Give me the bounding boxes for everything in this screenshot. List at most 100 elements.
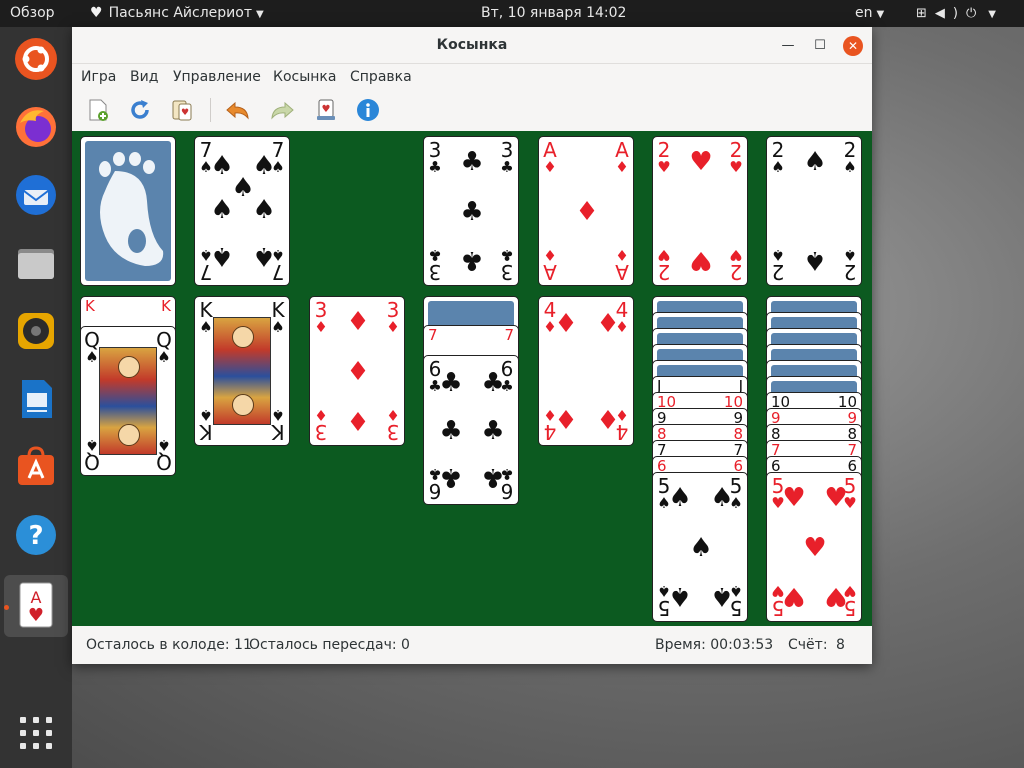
card-index: 2 ♥ <box>729 246 743 284</box>
heart-pip-icon: ♥ <box>782 581 806 611</box>
card-index: A ♦ <box>543 246 557 284</box>
card-index: 3 ♣ <box>500 246 514 284</box>
club-pip-icon: ♣ <box>481 462 505 492</box>
redo-icon <box>271 101 294 120</box>
club-pip-icon: ♣ <box>439 462 463 492</box>
undo-button[interactable] <box>224 96 252 124</box>
card-index: 2 ♠ <box>843 246 857 284</box>
info-icon <box>357 99 379 121</box>
foundation-1[interactable]: 3 ♣ 3 ♣ 3 ♣ 3 ♣ ♣ ♣ ♣ <box>423 136 519 286</box>
card-index: 3 ♦ <box>314 406 328 444</box>
tableau-5-top-card[interactable]: 4 ♦ 4 ♦ 4 ♦ 4 ♦ ♦ ♦ ♦ ♦ <box>538 296 634 446</box>
tableau-2-top-card[interactable]: K ♠ K ♠ K ♠ K ♠ <box>194 296 290 446</box>
menu-klondike[interactable]: Косынка <box>273 64 336 90</box>
language-switcher[interactable]: en ▼ <box>855 0 884 27</box>
info-button[interactable] <box>354 96 382 124</box>
redeals-remaining: Осталось пересдач: 0 <box>249 637 410 653</box>
solitaire-window: Косынка — ☐ ✕ Игра Вид Управление Косынк… <box>72 27 872 664</box>
dock-files[interactable] <box>12 239 60 287</box>
diamond-pip-icon: ♦ <box>596 309 620 339</box>
game-table[interactable]: 7 ♠ 7 ♠ 7 ♠ 7 ♠ ♠ ♠ ♠ ♠ ♠ ♠ ♠ 3 ♣ 3 ♣ 3 ♣ 3 ♣ ♣ … <box>72 131 872 626</box>
stock-remaining: Осталось в колоде: 11 <box>86 637 252 653</box>
restart-button[interactable] <box>126 96 154 124</box>
club-pip-icon: ♣ <box>439 368 463 398</box>
foundation-2[interactable]: A ♦ A ♦ A ♦ A ♦ ♦ <box>538 136 634 286</box>
menu-game[interactable]: Игра <box>81 64 116 90</box>
title-bar[interactable]: Косынка — ☐ ✕ <box>72 27 872 64</box>
score-label: Счёт: <box>788 637 828 653</box>
club-pip-icon: ♣ <box>439 416 463 446</box>
card-index: K ♠ <box>271 406 285 444</box>
diamond-pip-icon: ♦ <box>346 405 370 435</box>
svg-text:♥: ♥ <box>322 104 331 115</box>
close-button[interactable]: ✕ <box>843 36 863 56</box>
foundation-4[interactable]: 2 ♠ 2 ♠ 2 ♠ 2 ♠ ♠ ♠ <box>766 136 862 286</box>
activities-button[interactable]: Обзор <box>10 0 55 27</box>
heart-pip-icon: ♥ <box>689 147 713 177</box>
dock-show-apps[interactable] <box>12 709 60 757</box>
system-tray[interactable]: ⊞◀)⏻ ▼ <box>916 0 1004 27</box>
tableau-4-top-card[interactable]: 6 ♣ 6 ♣ 6 ♣ 6 ♣ ♣ ♣ ♣ ♣ ♣ ♣ <box>423 355 519 505</box>
new-game-button[interactable] <box>84 96 112 124</box>
dock-software[interactable] <box>12 443 60 491</box>
card-index: Q ♠ <box>156 328 172 366</box>
waste-pile[interactable]: 7 ♠ 7 ♠ 7 ♠ 7 ♠ ♠ ♠ ♠ ♠ ♠ ♠ ♠ <box>194 136 290 286</box>
svg-text:♥: ♥ <box>28 605 44 626</box>
dock-ubuntu[interactable] <box>12 35 60 83</box>
chevron-down-icon: ▼ <box>988 9 1004 20</box>
spade-pip-icon: ♠ <box>710 581 734 611</box>
card-index: A ♦ <box>615 138 629 176</box>
spade-pip-icon: ♠ <box>252 241 276 271</box>
window-title: Косынка <box>436 37 508 53</box>
tableau-7-top-card[interactable]: 5 ♥ 5 ♥ 5 ♥ 5 ♥ ♥ ♥ ♥ ♥ ♥ <box>766 472 862 622</box>
maximize-button[interactable]: ☐ <box>810 36 830 56</box>
foundation-3[interactable]: 2 ♥ 2 ♥ 2 ♥ 2 ♥ ♥ ♥ <box>652 136 748 286</box>
tableau-1-top-card[interactable]: Q ♠ Q ♠ Q ♠ Q ♠ <box>80 326 176 476</box>
spade-pip-icon: ♠ <box>803 147 827 177</box>
card-index: A ♦ <box>543 138 557 176</box>
deal-button[interactable]: ♥ <box>168 96 196 124</box>
minimize-button[interactable]: — <box>778 36 798 56</box>
dock-aisleriot[interactable]: A ♥ <box>12 581 60 629</box>
spade-pip-icon: ♠ <box>668 483 692 513</box>
folder-icon <box>18 249 54 279</box>
club-pip-icon: ♣ <box>460 147 484 177</box>
power-icon: ⏻ <box>965 6 985 21</box>
toolbar-separator <box>210 98 211 122</box>
clock[interactable]: Вт, 10 января 14:02 <box>481 0 626 27</box>
dock-writer[interactable] <box>12 375 60 423</box>
thunderbird-icon <box>16 175 56 215</box>
menu-help[interactable]: Справка <box>350 64 412 90</box>
menu-control[interactable]: Управление <box>173 64 261 90</box>
shopping-bag-icon <box>18 446 54 485</box>
heart-pip-icon: ♥ <box>689 245 713 275</box>
chevron-down-icon: ▼ <box>876 9 885 20</box>
card-index: 3 ♦ <box>386 298 400 336</box>
menu-view[interactable]: Вид <box>130 64 158 90</box>
hint-icon: ♥ <box>317 99 335 120</box>
tableau-6-top-card[interactable]: 5 ♠ 5 ♠ 5 ♠ 5 ♠ ♠ ♠ ♠ ♠ ♠ <box>652 472 748 622</box>
card-index: 3 ♣ <box>428 246 442 284</box>
dock-firefox[interactable] <box>12 103 60 151</box>
redo-button[interactable] <box>268 96 296 124</box>
restart-icon <box>131 100 149 119</box>
spade-pip-icon: ♠ <box>689 533 713 563</box>
card-index: 2 ♠ <box>771 246 785 284</box>
app-menu[interactable]: ♥ Пасьянс Айслериот ▼ <box>90 0 264 27</box>
tableau-3-top-card[interactable]: 3 ♦ 3 ♦ 3 ♦ 3 ♦ ♦ ♦ ♦ <box>309 296 405 446</box>
firefox-icon <box>16 107 56 147</box>
queen-portrait <box>99 347 157 455</box>
stock-pile[interactable] <box>80 136 176 286</box>
hint-button[interactable]: ♥ <box>312 96 340 124</box>
language-label: en <box>855 5 873 21</box>
card-index: 3 ♣ <box>500 138 514 176</box>
dock-rhythmbox[interactable] <box>12 307 60 355</box>
dock-thunderbird[interactable] <box>12 171 60 219</box>
diamond-pip-icon: ♦ <box>346 307 370 337</box>
card-index: Q ♠ <box>156 436 172 474</box>
menu-bar: Игра Вид Управление Косынка Справка <box>72 64 872 90</box>
app-grid-icon <box>20 717 52 749</box>
card-index: K ♠ <box>271 298 285 336</box>
dock-help[interactable]: ? <box>12 511 60 559</box>
playing-card-icon: A♥ <box>19 582 53 628</box>
